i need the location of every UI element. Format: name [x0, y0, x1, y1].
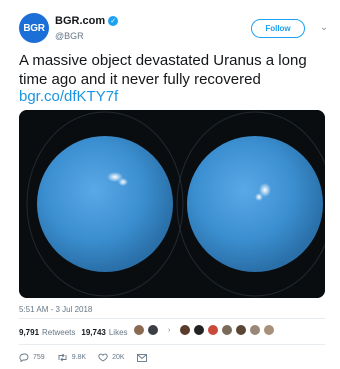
retweet-icon	[58, 353, 67, 362]
liker-avatars: ›	[133, 324, 276, 336]
liker-avatar[interactable]	[193, 324, 206, 336]
tweet-image[interactable]	[19, 110, 325, 298]
verified-badge-icon: ✓	[108, 16, 119, 26]
likes-label[interactable]: Likes	[109, 328, 128, 337]
like-count: 20K	[112, 354, 125, 361]
retweets-count[interactable]: 9,791	[19, 328, 39, 337]
liker-avatar[interactable]	[235, 324, 248, 336]
heart-icon	[98, 353, 108, 362]
engagement-stats: 9,791 Retweets 19,743 Likes	[19, 328, 134, 337]
reply-icon	[19, 353, 29, 362]
retweets-label[interactable]: Retweets	[42, 328, 75, 337]
liker-avatar[interactable]	[147, 324, 159, 336]
liker-avatar[interactable]	[263, 324, 276, 336]
reply-button[interactable]: 759	[19, 353, 45, 362]
like-button[interactable]: 20K	[98, 353, 125, 362]
author-display-name[interactable]: BGR.com	[55, 15, 105, 27]
planet-right	[187, 136, 323, 272]
retweet-button[interactable]: 9.8K	[57, 353, 86, 362]
liker-avatar[interactable]	[179, 324, 192, 336]
liker-avatar[interactable]	[221, 324, 234, 336]
liker-avatar[interactable]	[133, 324, 145, 336]
author-name-row: BGR.com ✓	[55, 15, 119, 27]
divider	[19, 344, 325, 345]
likes-count[interactable]: 19,743	[81, 328, 105, 337]
planet-left	[37, 136, 173, 272]
chevron-down-icon[interactable]: ⌄	[319, 23, 329, 33]
tweet-link[interactable]: bgr.co/dfKTY7f	[19, 87, 118, 106]
tweet-text: A massive object devastated Uranus a lon…	[19, 52, 307, 88]
tweet-card: BGR BGR.com ✓ @BGR Follow ⌄ A massive ob…	[0, 0, 340, 369]
direct-message-button[interactable]	[136, 353, 147, 362]
liker-avatar[interactable]	[207, 324, 220, 336]
uranus-image	[19, 110, 325, 298]
arrow-right-icon: ›	[168, 326, 171, 334]
avatar[interactable]: BGR	[19, 13, 49, 43]
reply-count: 759	[33, 354, 45, 361]
avatar-logo-text: BGR	[23, 22, 45, 34]
divider	[19, 318, 325, 319]
tweet-actions: 759 9.8K 20K	[19, 353, 159, 362]
follow-button[interactable]: Follow	[251, 19, 305, 38]
liker-avatar[interactable]	[249, 324, 262, 336]
author-handle[interactable]: @BGR	[55, 31, 84, 41]
tweet-timestamp[interactable]: 5:51 AM - 3 Jul 2018	[19, 305, 92, 314]
envelope-icon	[136, 353, 147, 362]
retweet-count: 9.8K	[71, 354, 87, 361]
